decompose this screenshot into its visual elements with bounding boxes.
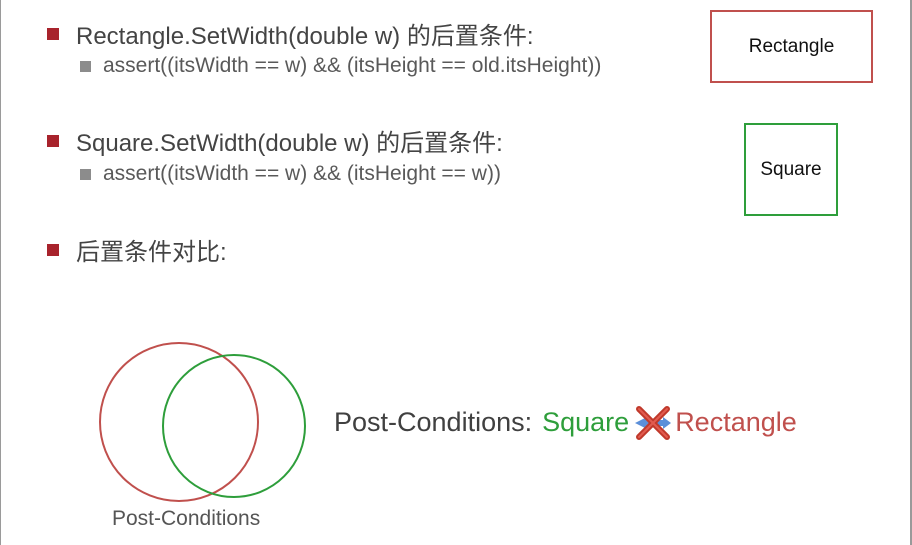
square-postcondition-circle [162,354,306,498]
sub-bullet-text: assert((itsWidth == w) && (itsHeight == … [103,162,501,185]
rectangle-label: Rectangle [748,35,835,57]
bullet-marker [47,243,59,256]
sub-bullet-marker [80,60,91,72]
venn-diagram [99,342,306,502]
relation-square: Square [542,406,630,437]
rectangle-postcondition-circle [99,342,259,502]
square-label: Square [760,158,822,180]
bullet-marker [47,27,59,40]
sub-bullet-marker [80,168,91,180]
rectangle-shape: Rectangle [710,10,873,83]
sub-bullet-square-assert: assert((itsWidth == w) && (itsHeight == … [80,162,501,186]
bullet-compare: 后置条件对比: [47,232,227,267]
postcondition-relation: Post-Conditions: Square Rectangle [334,404,797,440]
cross-out-arrow-icon [635,406,672,440]
square-shape: Square [744,123,838,216]
sub-bullet-text: assert((itsWidth == w) && (itsHeight == … [103,54,602,77]
bullet-square-postcondition: Square.SetWidth(double w) 的后置条件: [47,123,503,158]
relation-rectangle: Rectangle [675,406,797,437]
sub-bullet-rect-assert: assert((itsWidth == w) && (itsHeight == … [80,54,601,78]
bullet-text: 后置条件对比: [76,239,227,266]
venn-label: Post-Conditions [112,507,261,530]
relation-prefix: Post-Conditions: [334,406,533,437]
bullet-rect-postcondition: Rectangle.SetWidth(double w) 的后置条件: [47,16,534,51]
bullet-marker [47,134,59,147]
slide-left-edge [0,0,1,545]
bullet-text: Square.SetWidth(double w) 的后置条件: [76,130,503,157]
bullet-text: Rectangle.SetWidth(double w) 的后置条件: [76,23,534,50]
